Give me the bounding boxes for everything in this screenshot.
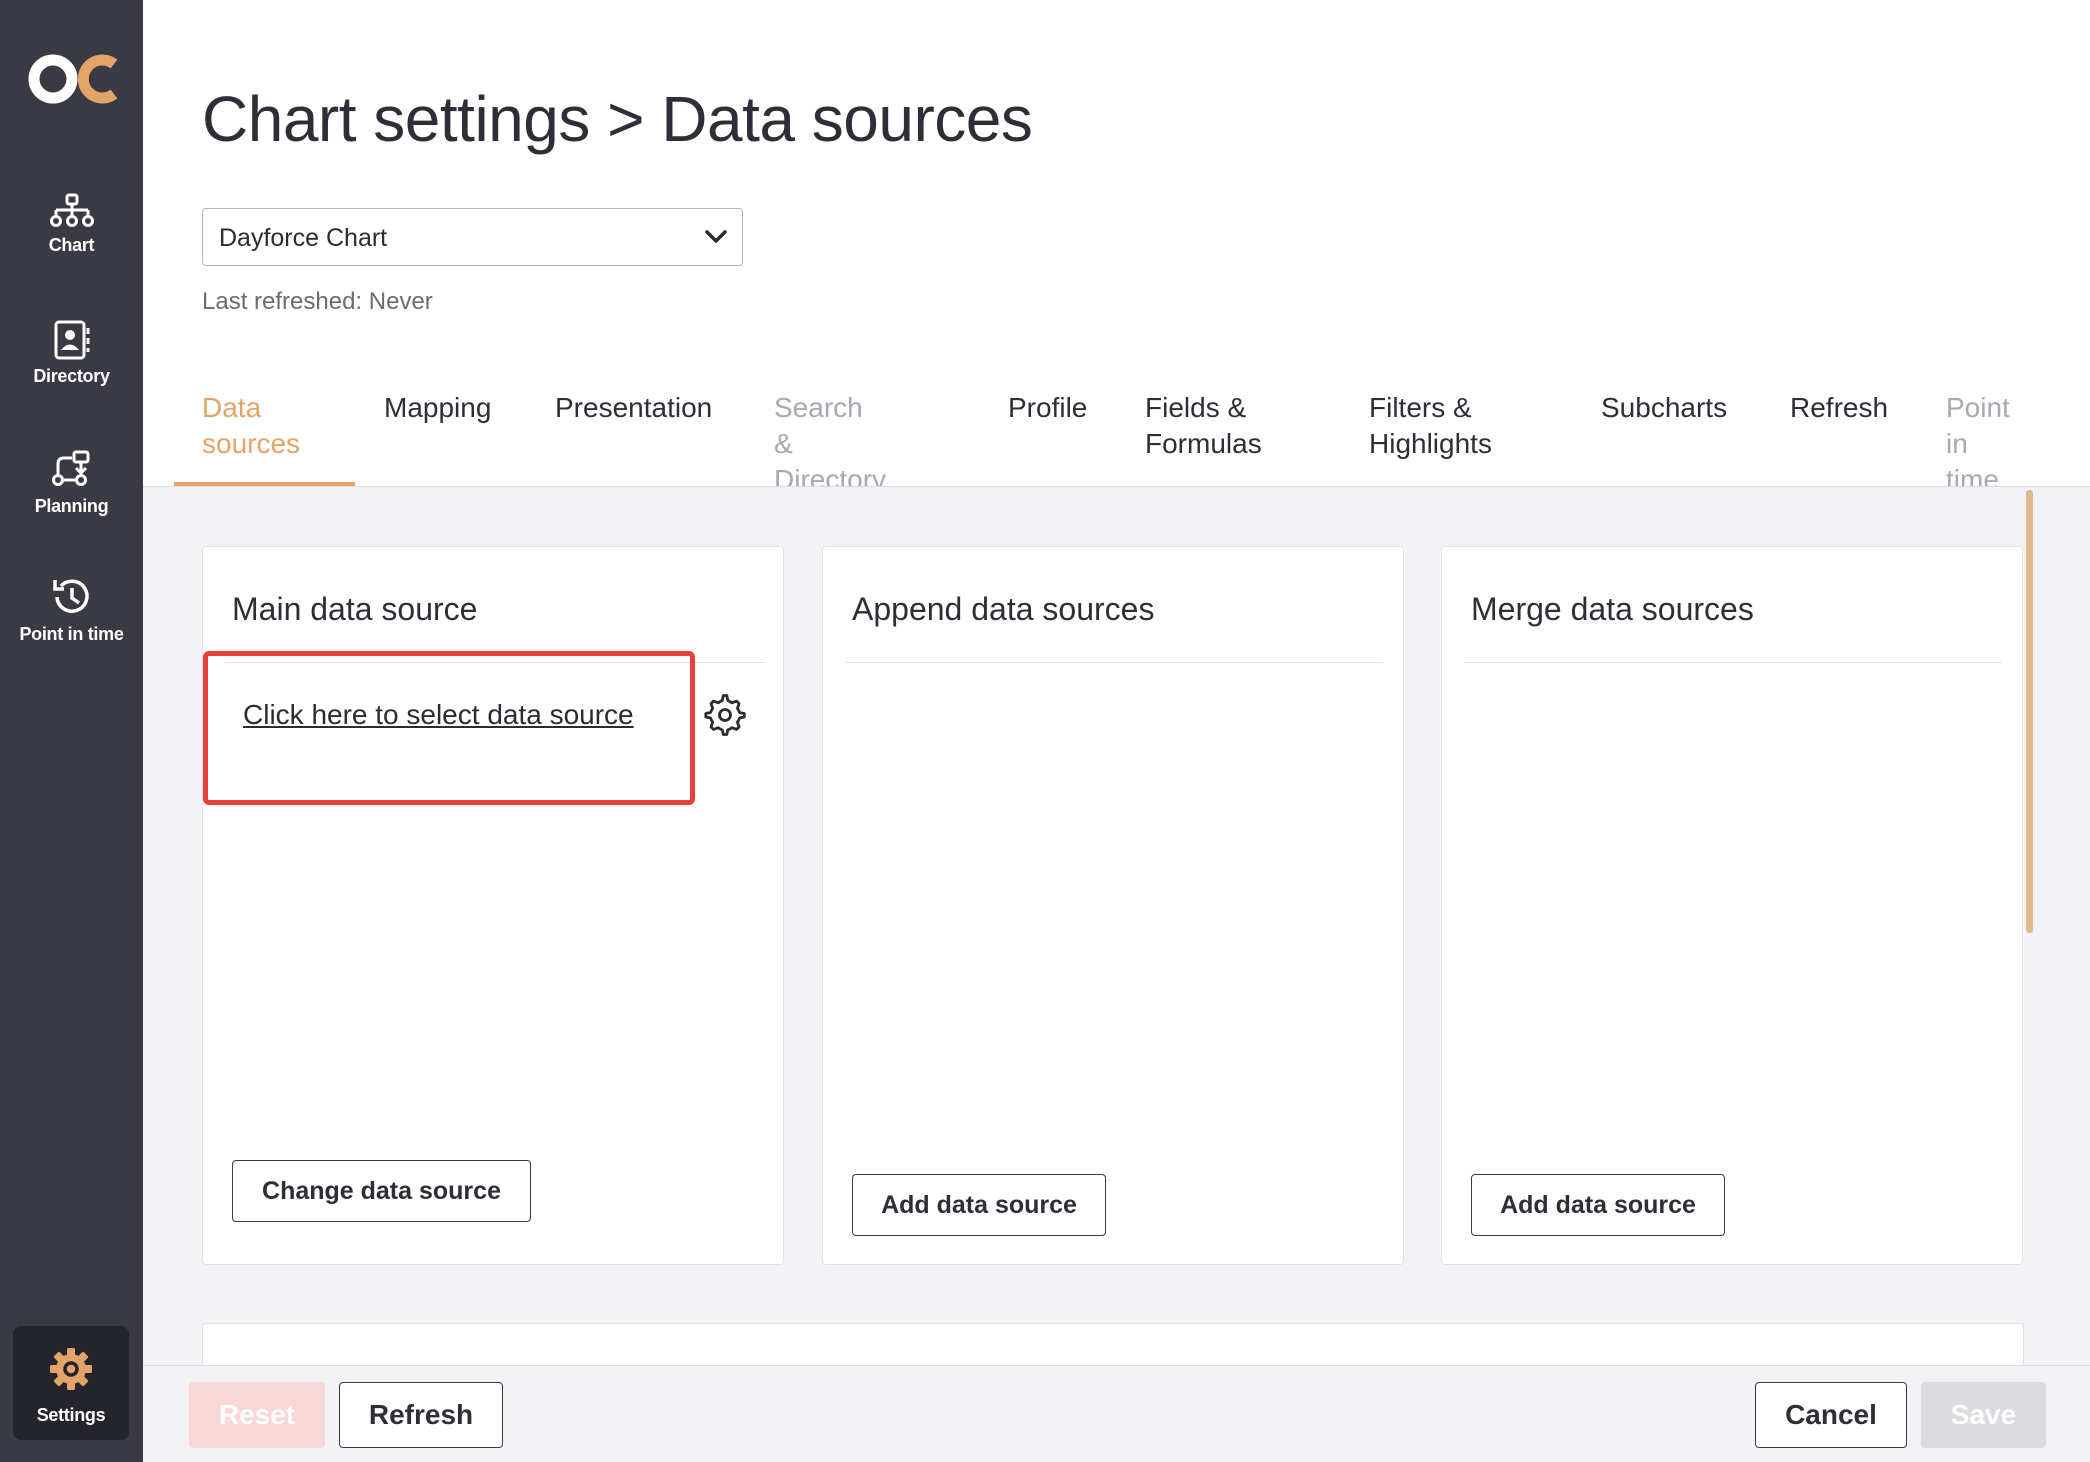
sidebar: Chart Directory Planning Point in time S… xyxy=(0,0,143,1462)
tab-label: Data xyxy=(202,392,262,423)
save-button[interactable]: Save xyxy=(1921,1382,2046,1448)
tab-fields-formulas[interactable]: Fields & Formulas xyxy=(1145,390,1262,462)
tab-label: Point in xyxy=(1946,392,2010,459)
sidebar-item-label: Settings xyxy=(36,1405,106,1425)
tab-search-directory[interactable]: Search & Directory xyxy=(774,390,886,498)
gear-icon xyxy=(50,1348,92,1390)
tab-profile[interactable]: Profile xyxy=(1008,390,1087,426)
tab-label: Formulas xyxy=(1145,428,1262,459)
data-source-settings-button[interactable] xyxy=(703,693,747,742)
tab-label: sources xyxy=(202,428,301,459)
tab-data-sources[interactable]: Data sources xyxy=(202,390,300,462)
sidebar-item-chart[interactable]: Chart xyxy=(0,193,143,256)
sidebar-item-directory[interactable]: Directory xyxy=(0,320,143,387)
last-refreshed-text: Last refreshed: Never xyxy=(202,288,433,315)
card-divider xyxy=(1464,662,2002,663)
card-title: Main data source xyxy=(232,591,478,627)
tab-point-in-time[interactable]: Point in time xyxy=(1946,390,2010,498)
directory-icon xyxy=(54,320,89,360)
sidebar-item-label: Point in time xyxy=(19,624,124,644)
tab-label: Filters & xyxy=(1369,392,1472,423)
history-icon xyxy=(52,579,89,613)
chart-select-value: Dayforce Chart xyxy=(219,224,388,252)
add-merge-data-source-button[interactable]: Add data source xyxy=(1471,1174,1725,1236)
card-divider xyxy=(845,662,1383,663)
sidebar-item-point-in-time[interactable]: Point in time xyxy=(0,576,143,645)
tab-label: Profile xyxy=(1008,392,1088,423)
main-data-source-card: Main data source Click here to select da… xyxy=(202,546,784,1265)
sidebar-item-label: Directory xyxy=(33,366,110,386)
sidebar-item-label: Planning xyxy=(34,496,109,516)
sidebar-item-settings[interactable]: Settings xyxy=(13,1326,129,1440)
tab-filters-highlights[interactable]: Filters & Highlights xyxy=(1369,390,1492,462)
chart-select[interactable]: Dayforce Chart xyxy=(202,208,743,266)
append-data-sources-card: Append data sources Add data source xyxy=(822,546,1404,1265)
tab-mapping[interactable]: Mapping xyxy=(384,390,491,426)
tab-refresh[interactable]: Refresh xyxy=(1790,390,1888,426)
tab-label: Refresh xyxy=(1790,392,1889,423)
cancel-button[interactable]: Cancel xyxy=(1755,1382,1907,1448)
reset-button[interactable]: Reset xyxy=(189,1382,325,1448)
merge-data-sources-card: Merge data sources Add data source xyxy=(1441,546,2023,1265)
sidebar-item-label: Chart xyxy=(48,235,95,255)
tab-label: Highlights xyxy=(1369,428,1492,459)
sidebar-item-planning[interactable]: Planning xyxy=(0,450,143,517)
tab-label: Search & xyxy=(774,392,863,459)
additional-settings-card xyxy=(202,1323,2024,1365)
content-area: Main data source Click here to select da… xyxy=(143,487,2090,1365)
card-title: Append data sources xyxy=(852,591,1155,627)
page-title: Chart settings > Data sources xyxy=(202,83,1033,155)
gear-icon xyxy=(704,694,746,736)
tab-label: Mapping xyxy=(384,392,492,423)
footer-action-bar: Reset Refresh Cancel Save xyxy=(143,1365,2090,1462)
scrollbar-thumb[interactable] xyxy=(2026,490,2033,933)
tab-label: Presentation xyxy=(555,392,713,423)
tab-label: Fields & xyxy=(1145,392,1247,423)
tab-label: Subcharts xyxy=(1601,392,1728,423)
refresh-button[interactable]: Refresh xyxy=(339,1382,503,1448)
chevron-down-icon xyxy=(705,230,727,243)
app-logo[interactable] xyxy=(26,48,121,110)
change-data-source-button[interactable]: Change data source xyxy=(232,1160,531,1222)
select-data-source-link[interactable]: Click here to select data source xyxy=(243,699,634,731)
planning-icon xyxy=(51,450,89,486)
tab-presentation[interactable]: Presentation xyxy=(555,390,712,426)
card-title: Merge data sources xyxy=(1471,591,1754,627)
add-append-data-source-button[interactable]: Add data source xyxy=(852,1174,1106,1236)
tab-subcharts[interactable]: Subcharts xyxy=(1601,390,1727,426)
org-chart-icon xyxy=(49,193,94,227)
